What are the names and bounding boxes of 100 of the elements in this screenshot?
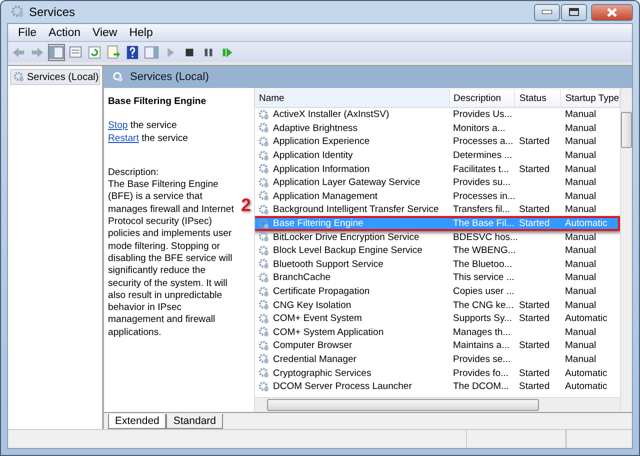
table-cell-text: Automatic bbox=[564, 313, 608, 324]
table-cell-text: Manual bbox=[564, 354, 598, 365]
horizontal-scrollbar[interactable] bbox=[255, 397, 620, 412]
maximize-button[interactable] bbox=[561, 4, 587, 20]
view-tab[interactable]: Standard bbox=[166, 414, 223, 429]
table-cell-text: The Bluetoo... bbox=[452, 258, 514, 270]
table-cell-text: Manual bbox=[564, 164, 598, 175]
table-row[interactable]: Bluetooth Support Service The Bluetoo... Manual bbox=[255, 258, 620, 272]
table-cell-text: Manual bbox=[564, 272, 598, 284]
table-cell-text: Adaptive Brightness bbox=[272, 122, 358, 134]
pane-header: Services (Local) bbox=[104, 66, 632, 88]
table-row[interactable]: Block Level Backup Engine Service The WBENG... Manual bbox=[255, 244, 620, 258]
action-sentence: Restart the service bbox=[108, 132, 189, 145]
table-cell-text: Provides fo... bbox=[452, 368, 510, 379]
service-title: Base Filtering Engine bbox=[108, 96, 208, 108]
table-row[interactable]: Application Information Facilitates t... Started Manual bbox=[255, 162, 620, 176]
table-row[interactable]: Application Identity Determines ... Manual bbox=[255, 148, 620, 162]
menu-item[interactable]: File bbox=[12, 26, 43, 38]
tree-item[interactable]: Services (Local) bbox=[10, 69, 100, 85]
table-cell: Started bbox=[519, 218, 550, 230]
table-cell-text: Block Level Backup Engine Service bbox=[272, 245, 424, 256]
table-cell-text: Processes a... bbox=[452, 136, 514, 148]
table-cell: Started bbox=[519, 136, 550, 148]
table-row[interactable]: ActiveX Installer (AxInstSV) Provides Us... Manual bbox=[255, 108, 620, 122]
action-sentence: Stop the service bbox=[108, 120, 178, 133]
table-cell-text: Manual bbox=[564, 300, 598, 311]
description-text: The Base Filtering Engine (BFE) is a service that manages firewall and Internet Protocol security (IPsec) policies and implements user mode filtering. Stopping or disabling the BFE service will significantly reduce the security of the system. It will also result in unpredictable behavior in IPsec management and firewall applications. bbox=[108, 179, 235, 340]
table-row[interactable]: Cryptographic Services Provides fo... Started Automatic bbox=[255, 366, 620, 380]
table-row[interactable]: Application Experience Processes a... Started Manual bbox=[255, 135, 620, 149]
table-cell-text: The CNG ke... bbox=[452, 300, 515, 311]
view-tab[interactable]: Extended bbox=[108, 414, 166, 429]
table-cell-text: Manual bbox=[564, 326, 598, 338]
table-cell-text: Processes in... bbox=[452, 190, 516, 202]
menu-item[interactable]: Help bbox=[123, 26, 159, 38]
menu-item[interactable]: View bbox=[86, 26, 124, 38]
table-cell: Started bbox=[519, 381, 550, 392]
help-icon[interactable] bbox=[125, 44, 140, 60]
action-link[interactable]: Restart bbox=[108, 132, 139, 144]
menu-item[interactable]: Action bbox=[42, 26, 86, 38]
table-cell-text: Base Filtering Engine bbox=[272, 218, 364, 230]
table-row[interactable]: Adaptive Brightness Monitors a... Manual bbox=[255, 122, 620, 136]
close-icon bbox=[607, 8, 617, 16]
table-row[interactable]: Background Intelligent Transfer Service Transfers fil... Started Manual bbox=[255, 203, 620, 217]
table-cell-text: Bluetooth Support Service bbox=[272, 258, 384, 270]
vertical-scrollbar[interactable] bbox=[620, 88, 632, 412]
table-cell-text: Manual bbox=[564, 286, 598, 298]
table-cell-text: Manages th... bbox=[452, 326, 512, 338]
table-cell: Started bbox=[519, 204, 550, 216]
table-cell-text: Automatic bbox=[564, 381, 608, 392]
table-cell-text: Manual bbox=[564, 136, 598, 148]
table-cell-text: COM+ Event System bbox=[272, 313, 363, 324]
table-cell: Started bbox=[519, 340, 550, 352]
maximize-icon bbox=[569, 8, 579, 16]
table-cell-text: The DCOM... bbox=[452, 381, 510, 392]
console-tree-icon[interactable] bbox=[49, 44, 64, 60]
callout-number: 2 bbox=[241, 196, 252, 214]
table-cell-text: Manual bbox=[564, 177, 598, 188]
table-cell-text: COM+ System Application bbox=[272, 326, 385, 338]
table-cell-text: Manual bbox=[564, 150, 598, 162]
column-header[interactable]: Status bbox=[515, 90, 562, 107]
table-cell-text: Cryptographic Services bbox=[272, 368, 372, 379]
table-cell-text: Application Experience bbox=[272, 136, 371, 148]
table-row[interactable]: COM+ System Application Manages th... Manual bbox=[255, 326, 620, 340]
description-label: Description: bbox=[108, 166, 160, 180]
window-title: Services bbox=[29, 5, 76, 19]
table-cell: Started bbox=[519, 164, 550, 175]
table-cell: Started bbox=[519, 313, 550, 324]
table-cell-text: Provides se... bbox=[452, 354, 512, 365]
refresh-icon[interactable] bbox=[87, 44, 102, 60]
table-row[interactable]: Computer Browser Maintains a... Started Manual bbox=[255, 339, 620, 353]
table-row[interactable]: COM+ Event System Supports Sy... Started Automatic bbox=[255, 312, 620, 326]
table-row[interactable]: Application Layer Gateway Service Provides su... Manual bbox=[255, 176, 620, 190]
table-cell-text: Monitors a... bbox=[452, 122, 506, 134]
table-cell-text: Application Identity bbox=[272, 150, 354, 162]
table-row[interactable]: Application Management Processes in... Manual bbox=[255, 190, 620, 204]
action-link[interactable]: Stop bbox=[108, 120, 128, 132]
close-button[interactable] bbox=[591, 4, 633, 20]
table-row[interactable]: Credential Manager Provides se... Manual bbox=[255, 352, 620, 366]
table-cell-text: Certificate Propagation bbox=[272, 286, 371, 298]
window-icon[interactable] bbox=[68, 44, 83, 60]
column-header[interactable]: Description bbox=[450, 90, 516, 107]
table-cell-text: Computer Browser bbox=[272, 340, 354, 352]
table-row[interactable]: CNG Key Isolation The CNG ke... Started Manual bbox=[255, 298, 620, 312]
table-cell-text: Determines ... bbox=[452, 150, 514, 162]
table-cell-text: Automatic bbox=[564, 368, 608, 379]
column-header[interactable]: Name bbox=[255, 90, 450, 107]
table-row[interactable]: BranchCache This service ... Manual bbox=[255, 271, 620, 285]
table-cell-text: Manual bbox=[564, 258, 598, 270]
table-cell-text: Maintains a... bbox=[452, 340, 510, 352]
table-cell-text: Facilitates t... bbox=[452, 164, 510, 175]
table-cell-text: Credential Manager bbox=[272, 354, 358, 365]
table-cell: Started bbox=[519, 368, 550, 379]
table-row[interactable]: DCOM Server Process Launcher The DCOM... Started Automatic bbox=[255, 380, 620, 394]
minimize-button[interactable] bbox=[534, 4, 560, 20]
table-cell-text: Application Layer Gateway Service bbox=[272, 177, 422, 188]
table-cell-text: BranchCache bbox=[272, 272, 332, 284]
table-row[interactable]: Certificate Propagation Copies user ... Manual bbox=[255, 284, 620, 298]
table-cell-text: DCOM Server Process Launcher bbox=[272, 381, 413, 392]
table-row[interactable]: BitLocker Drive Encryption Service BDESVC hos... Manual bbox=[255, 230, 620, 244]
table-cell-text: Manual bbox=[564, 190, 598, 202]
